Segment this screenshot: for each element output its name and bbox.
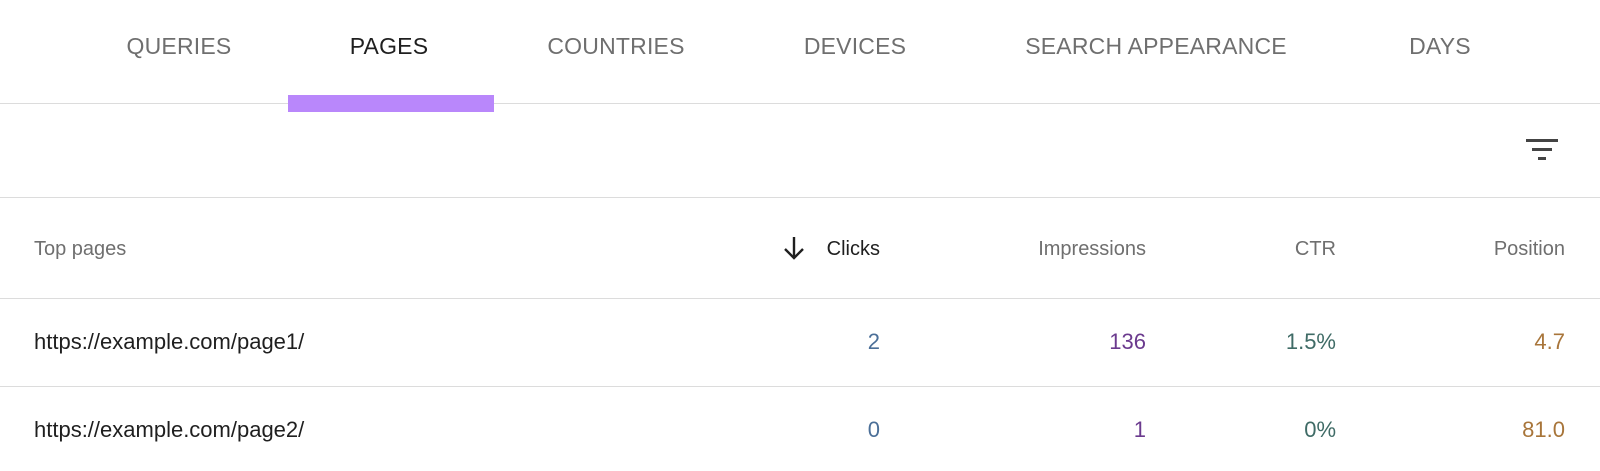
tab-devices[interactable]: DEVICES <box>794 0 916 104</box>
impressions-value: 136 <box>1109 329 1146 354</box>
tab-days[interactable]: DAYS <box>1400 0 1480 104</box>
tab-queries[interactable]: QUERIES <box>118 0 240 104</box>
impressions-value: 1 <box>1133 417 1146 442</box>
table-header: Top pages Clicks Impressions CTR Positio… <box>0 198 1600 299</box>
tab-pages[interactable]: PAGES <box>338 0 440 104</box>
column-header-clicks[interactable]: Clicks <box>827 238 880 261</box>
table-body: https://example.com/page1/ 2 136 1.5% 4.… <box>0 299 1600 471</box>
report-tabs: QUERIES PAGES COUNTRIES DEVICES SEARCH A… <box>0 0 1600 112</box>
arrow-down-icon <box>784 237 804 260</box>
clicks-value: 0 <box>867 417 880 442</box>
column-header-position[interactable]: Position <box>1494 238 1565 261</box>
page-url[interactable]: https://example.com/page2/ <box>34 417 304 443</box>
table-toolbar <box>0 104 1600 198</box>
page-url[interactable]: https://example.com/page1/ <box>34 329 304 355</box>
ctr-value: 1.5% <box>1285 329 1336 354</box>
clicks-value: 2 <box>867 329 880 354</box>
position-value: 4.7 <box>1534 329 1565 354</box>
table-row[interactable]: https://example.com/page2/ 0 1 0% 81.0 <box>0 387 1600 471</box>
filter-icon <box>1526 139 1558 160</box>
position-value: 81.0 <box>1522 417 1565 442</box>
column-header-page[interactable]: Top pages <box>34 238 126 261</box>
column-header-ctr[interactable]: CTR <box>1295 238 1336 261</box>
ctr-value: 0% <box>1304 417 1336 442</box>
column-header-impressions[interactable]: Impressions <box>1038 238 1146 261</box>
tab-countries[interactable]: COUNTRIES <box>540 0 692 104</box>
filter-button[interactable] <box>1524 134 1560 164</box>
tab-search-appearance[interactable]: SEARCH APPEARANCE <box>1016 0 1296 104</box>
table-row[interactable]: https://example.com/page1/ 2 136 1.5% 4.… <box>0 299 1600 387</box>
